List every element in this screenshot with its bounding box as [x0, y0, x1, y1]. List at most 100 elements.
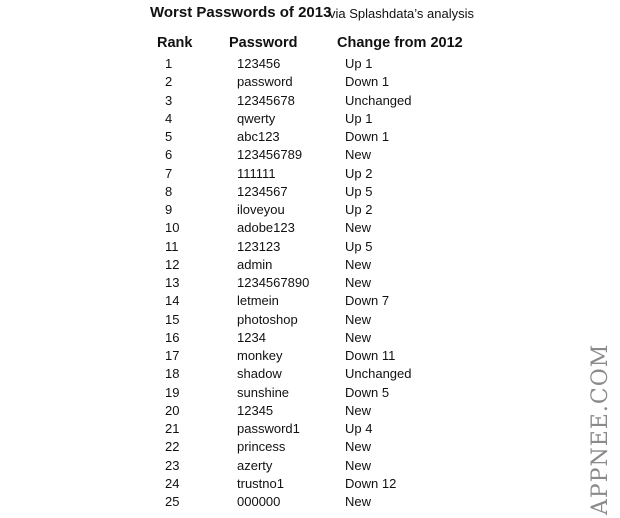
table-row: 18 shadow Unchanged: [0, 365, 620, 383]
password-cell: abc123: [237, 129, 280, 144]
password-cell: iloveyou: [237, 202, 285, 217]
rank-cell: 25: [165, 494, 180, 509]
rank-cell: 2: [165, 74, 173, 90]
change-cell: New: [345, 329, 372, 345]
change-cell: Up 2: [345, 165, 373, 181]
rank-cell: 22: [165, 439, 180, 455]
watermark: APPNEE.COM: [588, 343, 613, 515]
table-row: 4 qwerty Up 1: [0, 110, 620, 128]
password-cell: monkey: [237, 348, 283, 363]
change-cell: Up 2: [345, 202, 373, 217]
password-cell: photoshop: [237, 311, 298, 327]
table-row: 2 password Down 1: [0, 73, 620, 91]
rank-cell: 7: [165, 165, 173, 181]
change-cell: New: [345, 275, 372, 290]
rank-cell: 18: [165, 366, 180, 382]
table-row: 23 azerty New: [0, 457, 620, 475]
password-cell: 1234567890: [237, 275, 310, 290]
change-cell: New: [345, 220, 372, 236]
change-cell: New: [345, 457, 372, 473]
password-cell: admin: [237, 256, 273, 272]
password-cell: azerty: [237, 457, 273, 473]
rank-cell: 15: [165, 311, 180, 327]
rank-cell: 20: [165, 402, 180, 418]
password-cell: 123123: [237, 238, 281, 254]
password-cell: shadow: [237, 366, 282, 382]
rank-cell: 9: [165, 202, 173, 217]
table-row: 17 monkey Down 11: [0, 347, 620, 365]
change-cell: New: [345, 494, 372, 509]
change-cell: New: [345, 439, 372, 455]
rank-cell: 5: [165, 129, 173, 144]
change-cell: Down 1: [345, 129, 390, 144]
change-cell: Up 5: [345, 238, 373, 254]
change-cell: New: [345, 402, 372, 418]
rank-cell: 6: [165, 147, 173, 163]
page-title: Worst Passwords of 2013: [150, 4, 332, 21]
change-cell: Down 11: [345, 348, 396, 363]
table-row: 3 12345678 Unchanged: [0, 92, 620, 110]
rank-cell: 13: [165, 275, 180, 290]
change-cell: New: [345, 256, 372, 272]
change-cell: Down 1: [345, 74, 390, 90]
password-cell: adobe123: [237, 220, 295, 236]
password-cell: letmein: [237, 293, 279, 309]
rank-cell: 8: [165, 183, 173, 199]
table-row: 11 123123 Up 5: [0, 238, 620, 256]
table-row: 1 123456 Up 1: [0, 55, 620, 73]
rank-cell: 12: [165, 256, 180, 272]
table-row: 8 1234567 Up 5: [0, 183, 620, 201]
password-cell: 123456: [237, 56, 281, 71]
change-cell: Down 5: [345, 384, 390, 400]
rank-cell: 23: [165, 457, 180, 473]
change-cell: Unchanged: [345, 366, 412, 382]
change-cell: Up 4: [345, 421, 373, 436]
password-cell: 1234567: [237, 183, 288, 199]
change-cell: Up 1: [345, 56, 373, 71]
column-header-password: Password: [229, 35, 298, 51]
password-cell: trustno1: [237, 475, 284, 491]
rank-cell: 4: [165, 110, 173, 126]
password-cell: sunshine: [237, 384, 290, 400]
table-row: 12 admin New: [0, 256, 620, 274]
table-row: 22 princess New: [0, 438, 620, 456]
table-row: 25 000000 New: [0, 493, 620, 511]
change-cell: Down 7: [345, 293, 390, 309]
rank-cell: 21: [165, 421, 180, 436]
table-row: 9 iloveyou Up 2: [0, 201, 620, 219]
password-cell: qwerty: [237, 110, 276, 126]
rank-cell: 14: [165, 293, 180, 309]
password-cell: 000000: [237, 494, 281, 509]
password-cell: princess: [237, 439, 286, 455]
table-row: 5 abc123 Down 1: [0, 128, 620, 146]
password-cell: password: [237, 74, 293, 90]
column-header-change: Change from 2012: [337, 35, 463, 51]
column-header-rank: Rank: [157, 35, 193, 51]
table-row: 16 1234 New: [0, 329, 620, 347]
password-cell: 12345678: [237, 92, 295, 108]
table-row: 7 111111 Up 2: [0, 165, 620, 183]
password-cell: 111111: [237, 165, 276, 181]
table-row: 6 123456789 New: [0, 146, 620, 164]
password-cell: 1234: [237, 329, 266, 345]
change-cell: New: [345, 311, 372, 327]
source-subtitle: via Splashdata’s analysis: [329, 6, 475, 21]
change-cell: Down 12: [345, 475, 397, 491]
password-cell: password1: [237, 421, 300, 436]
table-row: 24 trustno1 Down 12: [0, 475, 620, 493]
change-cell: Unchanged: [345, 92, 412, 108]
change-cell: New: [345, 147, 372, 163]
password-cell: 123456789: [237, 147, 303, 163]
table-row: 20 12345 New: [0, 402, 620, 420]
rank-cell: 19: [165, 384, 180, 400]
table-row: 14 letmein Down 7: [0, 292, 620, 310]
table-row: 15 photoshop New: [0, 311, 620, 329]
password-table: 1 123456 Up 1 2 password Down 1 3 12345678 Uncha…: [0, 55, 620, 511]
rank-cell: 3: [165, 92, 173, 108]
table-row: 10 adobe123 New: [0, 219, 620, 237]
rank-cell: 16: [165, 329, 180, 345]
table-row: 19 sunshine Down 5: [0, 384, 620, 402]
change-cell: Up 5: [345, 183, 373, 199]
table-row: 21 password1 Up 4: [0, 420, 620, 438]
password-cell: 12345: [237, 402, 274, 418]
